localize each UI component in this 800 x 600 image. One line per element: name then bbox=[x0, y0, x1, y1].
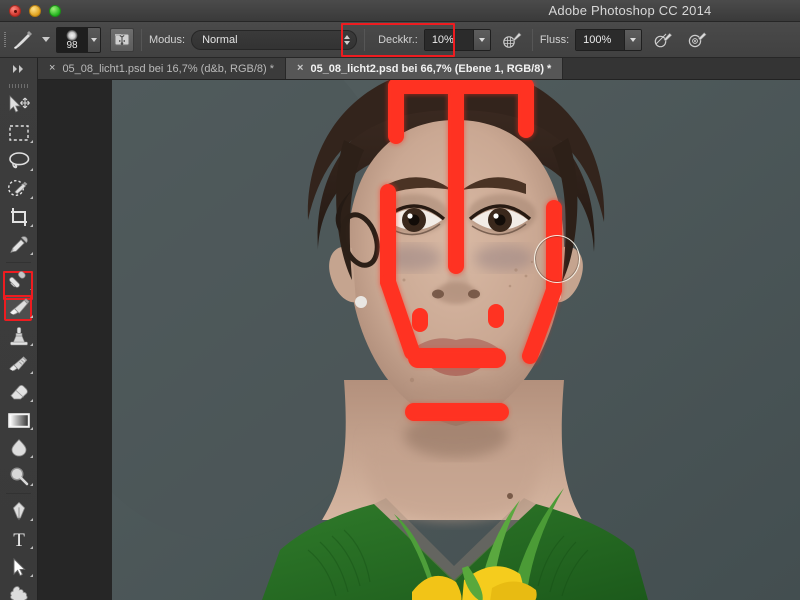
tool-move-tool[interactable] bbox=[0, 91, 37, 119]
tool-blur-tool[interactable] bbox=[0, 434, 37, 462]
airbrush-icon[interactable] bbox=[650, 27, 676, 53]
brush-size-thumbnail: 98 bbox=[57, 27, 87, 52]
tool-gradient-tool[interactable] bbox=[0, 406, 37, 434]
tool-flyout-indicator-icon bbox=[30, 343, 33, 346]
document-tab-licht1[interactable]: × 05_08_licht1.psd bei 16,7% (d&b, RGB/8… bbox=[38, 58, 287, 79]
document-tab-label: 05_08_licht2.psd bei 66,7% (Ebene 1, RGB… bbox=[310, 62, 552, 75]
tools-panel-grip[interactable] bbox=[0, 80, 37, 91]
brush-cursor-circle bbox=[534, 235, 580, 283]
blend-mode-select[interactable]: Normal bbox=[191, 29, 358, 50]
portrait-illustration bbox=[112, 80, 800, 600]
tool-flyout-indicator-icon bbox=[30, 518, 33, 521]
brush-size-field[interactable]: 98 bbox=[56, 26, 101, 53]
canvas-empty-gutter bbox=[38, 80, 112, 600]
blend-mode-label: Modus: bbox=[149, 33, 186, 46]
opacity-dropdown-arrow-icon[interactable] bbox=[472, 29, 490, 50]
opacity-group: Deckkr.: 10% bbox=[372, 22, 491, 58]
tool-pen-tool[interactable] bbox=[0, 497, 37, 525]
tool-clone-stamp-tool[interactable] bbox=[0, 322, 37, 350]
opacity-label: Deckkr.: bbox=[378, 33, 418, 46]
brush-stroke-icon bbox=[10, 29, 36, 51]
pressure-for-size-icon[interactable] bbox=[684, 27, 710, 53]
svg-text:T: T bbox=[13, 530, 25, 549]
blend-mode-value: Normal bbox=[202, 33, 238, 46]
collapse-panel-button[interactable] bbox=[0, 58, 37, 80]
tool-history-brush-tool[interactable] bbox=[0, 350, 37, 378]
tool-flyout-indicator-icon bbox=[30, 546, 33, 549]
options-divider-2 bbox=[364, 28, 366, 51]
tool-crop-tool[interactable] bbox=[0, 203, 37, 231]
tool-rectangular-marquee-tool[interactable] bbox=[0, 119, 37, 147]
brush-preset-picker[interactable] bbox=[10, 22, 50, 58]
photoshop-window: Adobe Photoshop CC 2014 98 Modus: Normal… bbox=[0, 0, 800, 600]
tool-type-tool[interactable]: T bbox=[0, 525, 37, 553]
tool-options-bar: 98 Modus: Normal Deckkr.: 10% Fluss: 100… bbox=[0, 22, 800, 58]
close-tab-icon[interactable]: × bbox=[297, 63, 303, 74]
tool-lasso-tool[interactable] bbox=[0, 147, 37, 175]
document-tab-label: 05_08_licht1.psd bei 16,7% (d&b, RGB/8) … bbox=[62, 62, 275, 75]
tool-flyout-indicator-icon bbox=[30, 140, 33, 143]
brush-size-value: 98 bbox=[66, 39, 78, 51]
blend-mode-group: Modus: Normal bbox=[149, 22, 358, 58]
tools-divider bbox=[6, 262, 31, 263]
document-tab-licht2[interactable]: × 05_08_licht2.psd bei 66,7% (Ebene 1, R… bbox=[286, 58, 564, 79]
document-tab-bar: × 05_08_licht1.psd bei 16,7% (d&b, RGB/8… bbox=[0, 58, 800, 80]
collapse-panel-icon bbox=[12, 65, 23, 73]
flow-field[interactable]: 100% bbox=[575, 28, 643, 51]
options-bar-grip[interactable] bbox=[0, 22, 10, 58]
flow-group: Fluss: 100% bbox=[539, 22, 643, 58]
app-title-text: Adobe Photoshop CC 2014 bbox=[548, 3, 712, 18]
brush-size-dropdown-arrow-icon[interactable] bbox=[87, 27, 100, 52]
flow-value[interactable]: 100% bbox=[576, 29, 625, 50]
opacity-field[interactable]: 10% bbox=[423, 28, 491, 51]
app-title: Adobe Photoshop CC 2014 bbox=[0, 3, 800, 18]
options-divider-3 bbox=[531, 28, 533, 51]
tool-eyedropper-tool[interactable] bbox=[0, 231, 37, 259]
document-canvas-area[interactable] bbox=[38, 80, 800, 600]
opacity-pressure-icon[interactable] bbox=[499, 27, 525, 53]
tool-flyout-indicator-icon bbox=[30, 483, 33, 486]
title-bar: Adobe Photoshop CC 2014 bbox=[0, 0, 800, 22]
tool-eraser-tool[interactable] bbox=[0, 378, 37, 406]
photo-image[interactable] bbox=[112, 80, 800, 600]
tool-flyout-indicator-icon bbox=[30, 252, 33, 255]
opacity-value[interactable]: 10% bbox=[424, 29, 473, 50]
toggle-brush-panel-button[interactable] bbox=[110, 27, 134, 52]
tools-divider-2 bbox=[6, 493, 31, 494]
tools-panel: T bbox=[0, 58, 38, 600]
flow-dropdown-arrow-icon[interactable] bbox=[624, 29, 642, 50]
close-tab-icon[interactable]: × bbox=[49, 63, 55, 74]
tool-spot-healing-brush-tool[interactable] bbox=[0, 266, 37, 294]
brush-preset-caret-icon[interactable] bbox=[42, 37, 50, 42]
tool-brush-tool[interactable] bbox=[0, 294, 37, 322]
tab-bar-empty-area bbox=[563, 58, 800, 79]
tool-zoom-tool[interactable] bbox=[0, 462, 37, 490]
flow-label: Fluss: bbox=[539, 33, 570, 46]
blend-mode-stepper-icon[interactable] bbox=[344, 34, 351, 45]
tool-quick-selection-tool[interactable] bbox=[0, 175, 37, 203]
options-divider bbox=[141, 28, 142, 51]
tool-custom-shape-tool[interactable] bbox=[0, 581, 37, 600]
tool-flyout-indicator-icon bbox=[30, 574, 33, 577]
tool-flyout-indicator-icon bbox=[30, 455, 33, 458]
tool-path-selection-tool[interactable] bbox=[0, 553, 37, 581]
tool-flyout-indicator-icon bbox=[30, 224, 33, 227]
